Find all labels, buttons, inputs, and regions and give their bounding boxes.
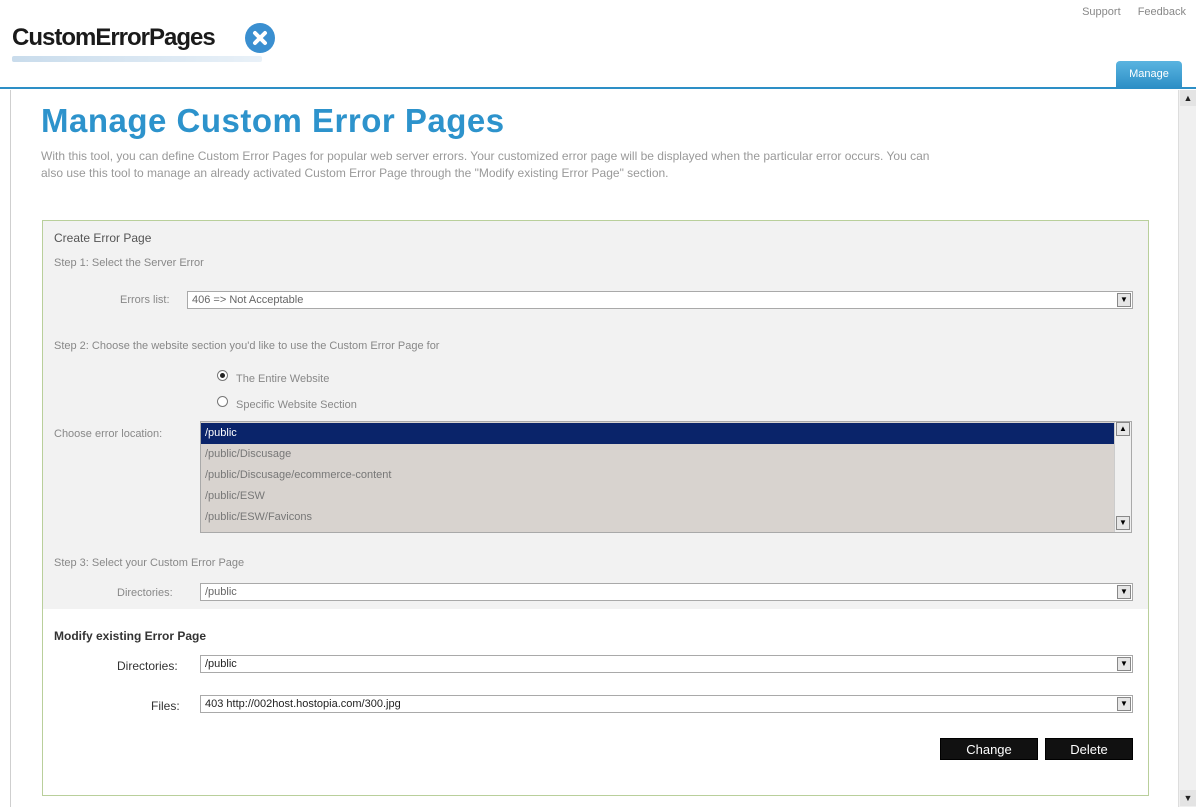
- errors-list-value: 406 => Not Acceptable: [192, 294, 304, 306]
- location-listbox[interactable]: /public /public/Discusage /public/Discus…: [200, 421, 1132, 533]
- listbox-scrollbar[interactable]: ▲ ▼: [1114, 422, 1131, 532]
- radio-entire-website[interactable]: [217, 370, 228, 381]
- top-links: Support Feedback: [1068, 6, 1186, 18]
- scroll-up-icon[interactable]: ▲: [1180, 90, 1196, 106]
- chevron-down-icon[interactable]: ▼: [1117, 293, 1131, 307]
- logo-close-icon: [245, 23, 275, 53]
- error-page-panel: Create Error Page Step 1: Select the Ser…: [42, 220, 1149, 796]
- delete-button[interactable]: Delete: [1045, 738, 1133, 760]
- chevron-down-icon[interactable]: ▼: [1117, 585, 1131, 599]
- location-item[interactable]: /public/Discusage/ecommerce-content: [201, 465, 1115, 486]
- scroll-up-icon[interactable]: ▲: [1116, 422, 1130, 436]
- tab-manage[interactable]: Manage: [1116, 61, 1182, 88]
- location-item[interactable]: /public/Discusage: [201, 444, 1115, 465]
- radio-specific-section-label: Specific Website Section: [236, 399, 357, 411]
- location-item[interactable]: /public/ESW/Favicons: [201, 507, 1115, 528]
- step2-label: Step 2: Choose the website section you'd…: [54, 340, 440, 352]
- create-directories-label: Directories:: [117, 587, 173, 599]
- modify-directories-select[interactable]: /public ▼: [200, 655, 1133, 673]
- change-button[interactable]: Change: [940, 738, 1038, 760]
- intro-line-1: With this tool, you can define Custom Er…: [41, 149, 930, 163]
- support-link[interactable]: Support: [1082, 6, 1121, 18]
- chevron-down-icon[interactable]: ▼: [1117, 697, 1131, 711]
- errors-list-label: Errors list:: [120, 294, 170, 306]
- intro-text: With this tool, you can define Custom Er…: [41, 148, 1111, 182]
- create-directories-select[interactable]: /public ▼: [200, 583, 1133, 601]
- radio-entire-website-label: The Entire Website: [236, 373, 330, 385]
- location-item[interactable]: /public: [201, 423, 1115, 444]
- radio-specific-section[interactable]: [217, 396, 228, 407]
- page-scrollbar[interactable]: ▲ ▼: [1178, 90, 1196, 807]
- header-divider: [0, 87, 1196, 89]
- modify-directories-label: Directories:: [117, 659, 178, 673]
- content-frame: Manage Custom Error Pages With this tool…: [10, 90, 1179, 807]
- location-item[interactable]: /public/ESW: [201, 486, 1115, 507]
- create-section-title: Create Error Page: [54, 231, 152, 245]
- modify-directories-value: /public: [205, 658, 237, 670]
- scroll-down-icon[interactable]: ▼: [1180, 790, 1196, 806]
- create-directories-value: /public: [205, 586, 237, 598]
- step1-label: Step 1: Select the Server Error: [54, 257, 204, 269]
- modify-section-title: Modify existing Error Page: [54, 629, 207, 643]
- logo-text: CustomErrorPages: [12, 24, 216, 51]
- feedback-link[interactable]: Feedback: [1138, 6, 1186, 18]
- errors-list-select[interactable]: 406 => Not Acceptable ▼: [187, 291, 1133, 309]
- logo-tagline: [12, 56, 262, 62]
- files-select[interactable]: 403 http://002host.hostopia.com/300.jpg ▼: [200, 695, 1133, 713]
- intro-line-2: also use this tool to manage an already …: [41, 166, 669, 180]
- page-title: Manage Custom Error Pages: [41, 102, 505, 139]
- chevron-down-icon[interactable]: ▼: [1117, 657, 1131, 671]
- scroll-down-icon[interactable]: ▼: [1116, 516, 1130, 530]
- files-value: 403 http://002host.hostopia.com/300.jpg: [205, 698, 401, 710]
- step3-label: Step 3: Select your Custom Error Page: [54, 557, 245, 569]
- location-label: Choose error location:: [54, 428, 163, 440]
- files-label: Files:: [151, 699, 180, 713]
